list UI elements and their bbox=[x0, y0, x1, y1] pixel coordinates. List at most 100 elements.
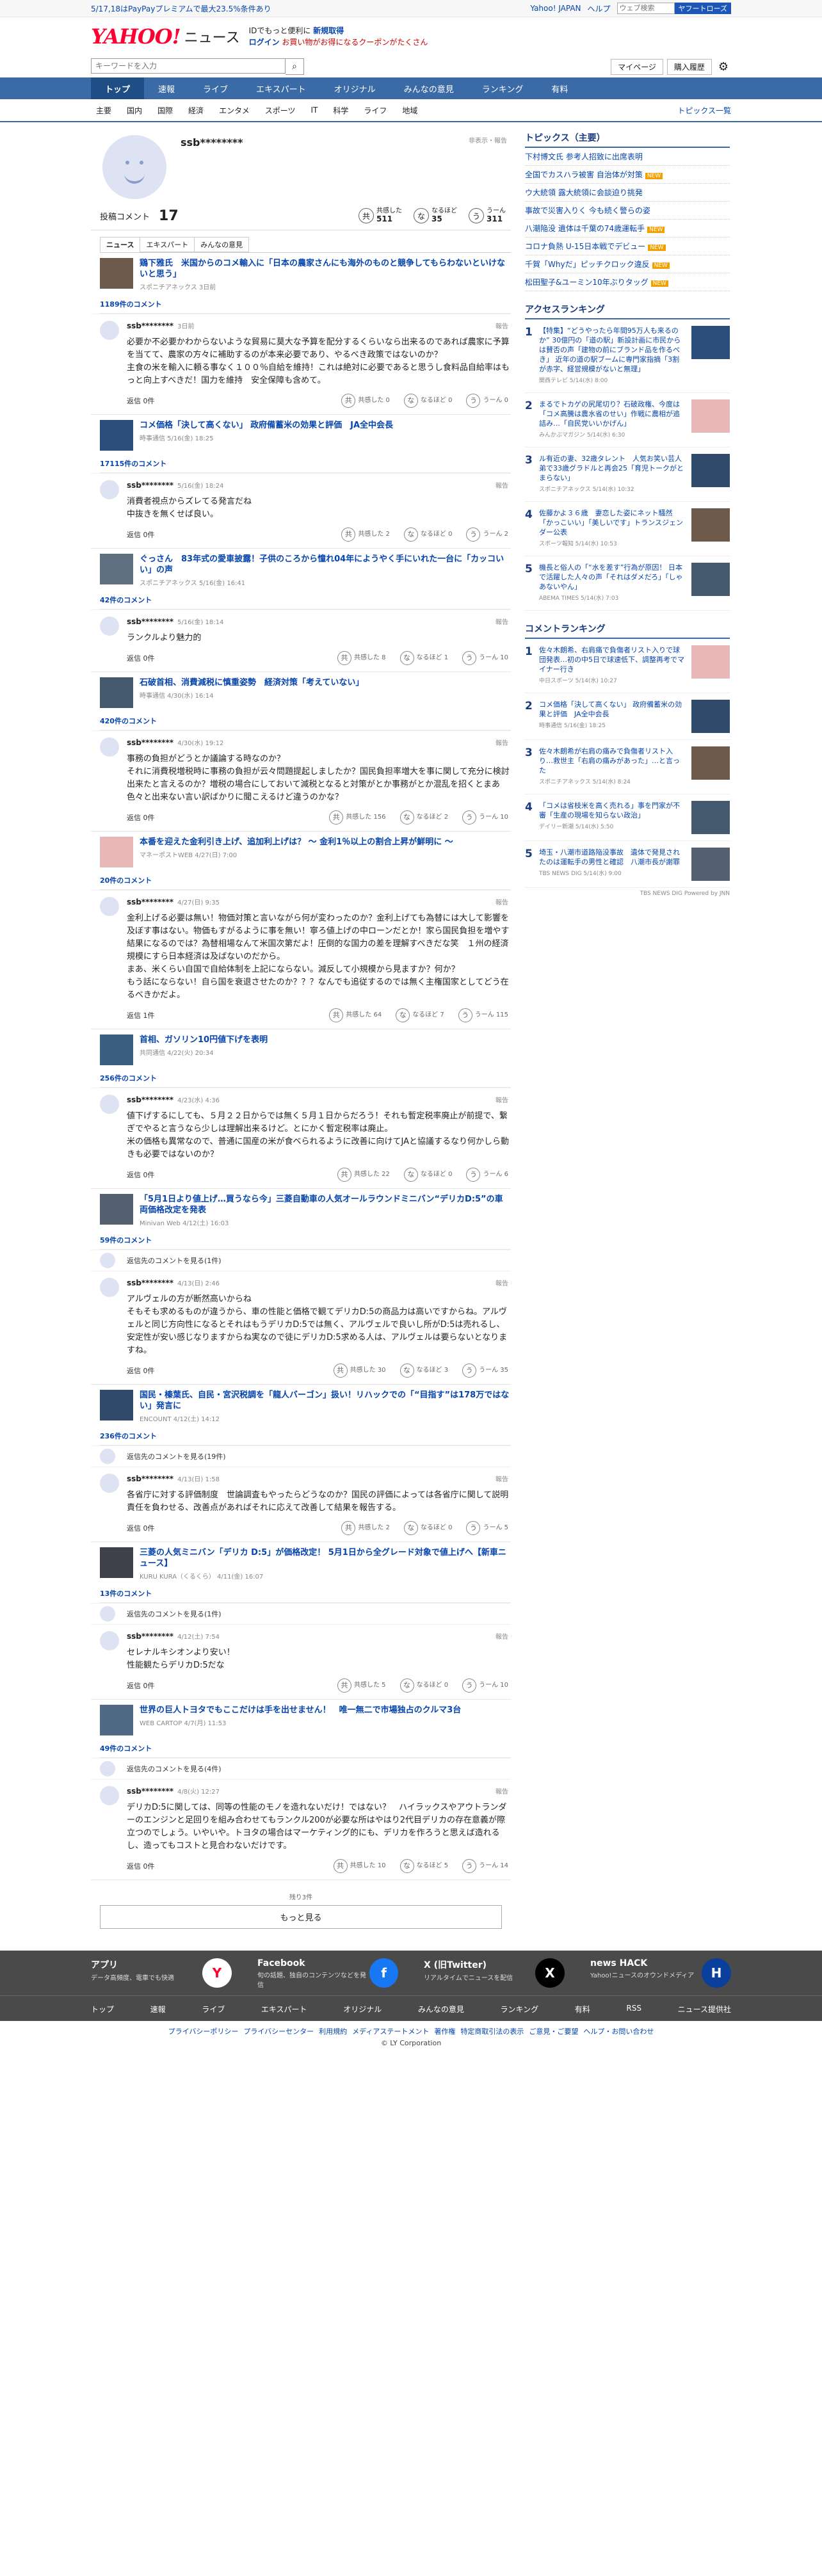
parent-comment-link[interactable]: 返信先のコメントを見る(1件) bbox=[91, 1250, 511, 1271]
tab-news[interactable]: ニュース bbox=[100, 237, 141, 252]
rank-title[interactable]: 佐々木朗希が右肩の痛みで負傷者リスト入り…救世主「右肩の痛みがあった」…と言った bbox=[539, 746, 686, 775]
report-link[interactable]: 報告 bbox=[496, 1474, 508, 1483]
report-link[interactable]: 報告 bbox=[496, 897, 508, 906]
comment-count-link[interactable]: 59件のコメント bbox=[100, 1232, 511, 1250]
parent-comment-link[interactable]: 返信先のコメントを見る(4件) bbox=[91, 1758, 511, 1779]
rank-title[interactable]: コメ価格「決して高くない」 政府備蓄米の効果と評価 JA全中会長 bbox=[539, 700, 686, 719]
rank-title[interactable]: ル有近の妻、32歳タレント 人気お笑い芸人弟で33歳グラドルと再会25「育児トー… bbox=[539, 454, 686, 483]
reply-button[interactable]: 返信 0件 bbox=[127, 812, 155, 823]
nav-original[interactable]: オリジナル bbox=[320, 77, 390, 99]
reply-button[interactable]: 返信 0件 bbox=[127, 1861, 155, 1871]
nav-expert[interactable]: エキスパート bbox=[242, 77, 320, 99]
parent-comment-label[interactable]: 返信先のコメントを見る(19件) bbox=[127, 1453, 226, 1461]
report-link[interactable]: 報告 bbox=[496, 1631, 508, 1641]
topic-item[interactable]: ウ大統領 露大統領に会談迫り挑発 bbox=[525, 184, 730, 202]
hmm-vote-button[interactable]: ううーん 5 bbox=[466, 1521, 508, 1535]
comment-ranking-item[interactable]: 1 佐々木朗希、右肩痛で負傷者リスト入りで球団発表…初の中5日で球速低下、調整再考… bbox=[525, 639, 730, 693]
yahoo-logo[interactable]: YAHOO! bbox=[91, 24, 181, 49]
report-link[interactable]: 報告 bbox=[496, 1278, 508, 1287]
mypage-button[interactable]: マイページ bbox=[611, 58, 663, 75]
article-title[interactable]: コメ価格「決して高くない」 政府備蓄米の効果と評価 JA全中会長 bbox=[140, 420, 393, 431]
topic-text[interactable]: 松田聖子&ユーミン10年ぶりタッグ bbox=[525, 278, 649, 287]
subnav-main[interactable]: 主要 bbox=[91, 105, 119, 116]
footer-link[interactable]: RSS bbox=[626, 2004, 641, 2015]
comment-ranking-item[interactable]: 5 埼玉・八潮市道路陥没事故 遺体で発見されたのは運転手の男性と確認 八潮市長が謝… bbox=[525, 841, 730, 888]
comment-count-link[interactable]: 420件のコメント bbox=[100, 713, 511, 730]
footer-app-link[interactable]: アプリ データ高頻度、電車でも快適 Y bbox=[91, 1958, 232, 1989]
article-title[interactable]: 三菱の人気ミニバン「デリカ D:5」が価格改定！ 5月1日から全グレード対象で値… bbox=[140, 1547, 511, 1569]
insight-vote-button[interactable]: ななるほど 2 bbox=[399, 810, 448, 825]
search-icon[interactable]: ⌕ bbox=[286, 58, 304, 75]
hmm-vote-button[interactable]: ううーん 0 bbox=[466, 394, 508, 408]
topic-item[interactable]: コロナ負熱 U-15日本戦でデビュー NEW bbox=[525, 237, 730, 255]
topic-text[interactable]: 全国でカスハラ被害 自治体が対策 bbox=[525, 170, 643, 179]
footer-link[interactable]: みんなの意見 bbox=[418, 2004, 464, 2015]
comment-count-link[interactable]: 256件のコメント bbox=[100, 1070, 511, 1088]
footer-link[interactable]: エキスパート bbox=[261, 2004, 307, 2015]
footer-facebook-link[interactable]: Facebook 旬の話題、独自のコンテンツなどを発信 f bbox=[257, 1958, 398, 1989]
nav-live[interactable]: ライブ bbox=[189, 77, 242, 99]
reply-button[interactable]: 返信 0件 bbox=[127, 1170, 155, 1180]
comment-count-link[interactable]: 20件のコメント bbox=[100, 873, 511, 890]
login-link[interactable]: ログイン bbox=[249, 38, 280, 47]
comment-count-link[interactable]: 49件のコメント bbox=[100, 1741, 511, 1758]
empathy-vote-button[interactable]: 共共感した 22 bbox=[337, 1168, 390, 1182]
topic-item[interactable]: 全国でカスハラ被害 自治体が対策 NEW bbox=[525, 166, 730, 184]
subnav-entertainment[interactable]: エンタメ bbox=[211, 105, 257, 116]
access-ranking-item[interactable]: 3 ル有近の妻、32歳タレント 人気お笑い芸人弟で33歳グラドルと再会25「育児ト… bbox=[525, 447, 730, 502]
more-button[interactable]: もっと見る bbox=[100, 1905, 502, 1929]
footer-link[interactable]: オリジナル bbox=[343, 2004, 382, 2015]
article-title[interactable]: 首相、ガソリン10円値下げを表明 bbox=[140, 1034, 268, 1045]
topic-text[interactable]: 千賀「Whyだ」ピッチクロック違反 bbox=[525, 260, 650, 269]
topic-item[interactable]: 松田聖子&ユーミン10年ぶりタッグ NEW bbox=[525, 273, 730, 291]
insight-vote-button[interactable]: ななるほど 1 bbox=[399, 651, 448, 665]
hmm-vote-button[interactable]: ううーん 6 bbox=[466, 1168, 508, 1182]
comment-ranking-item[interactable]: 2 コメ価格「決して高くない」 政府備蓄米の効果と評価 JA全中会長 時事通信 5/… bbox=[525, 693, 730, 740]
footer-link[interactable]: 速報 bbox=[150, 2004, 166, 2015]
reply-button[interactable]: 返信 0件 bbox=[127, 1523, 155, 1533]
nav-opinion[interactable]: みんなの意見 bbox=[390, 77, 468, 99]
insight-vote-button[interactable]: ななるほど 0 bbox=[399, 1678, 448, 1693]
footer-x-link[interactable]: X (旧Twitter) リアルタイムでニュースを配信 X bbox=[424, 1958, 565, 1989]
empathy-vote-button[interactable]: 共共感した 0 bbox=[341, 394, 390, 408]
comment-count-link[interactable]: 1189件のコメント bbox=[100, 296, 511, 314]
topic-text[interactable]: コロナ負熱 U-15日本戦でデビュー bbox=[525, 242, 645, 251]
rank-title[interactable]: まるでトカゲの尻尾切り？石破政権、今度は「コメ高騰は農水省のせい」作戦に農相が追… bbox=[539, 399, 686, 428]
tab-opinion[interactable]: みんなの意見 bbox=[194, 237, 250, 252]
empathy-vote-button[interactable]: 共共感した 30 bbox=[333, 1364, 386, 1378]
hmm-vote-button[interactable]: ううーん 10 bbox=[462, 810, 508, 825]
comment-count-link[interactable]: 13件のコメント bbox=[100, 1586, 511, 1603]
topics-list-link[interactable]: トピックス一覧 bbox=[677, 105, 731, 116]
footer-link[interactable]: 有料 bbox=[575, 2004, 590, 2015]
article-title[interactable]: 本番を迎えた金利引き上げ、追加利上げは？ ～ 金利1％以上の割合上昇が鮮明に ～ bbox=[140, 837, 453, 848]
coupon-text[interactable]: お買い物がお得になるクーポンがたくさん bbox=[282, 38, 428, 47]
legal-link[interactable]: メディアステートメント bbox=[352, 2027, 429, 2036]
gear-icon[interactable]: ⚙ bbox=[716, 60, 731, 74]
hmm-vote-button[interactable]: ううーん 10 bbox=[462, 651, 508, 665]
empathy-vote-button[interactable]: 共共感した 2 bbox=[341, 1521, 390, 1535]
subnav-economy[interactable]: 経済 bbox=[181, 105, 211, 116]
article-title[interactable]: 鶏下雅氏 米国からのコメ輸入に「日本の農家さんにも海外のものと競争してもらわない… bbox=[140, 258, 511, 280]
empathy-vote-button[interactable]: 共共感した 8 bbox=[337, 651, 386, 665]
access-ranking-item[interactable]: 1 【特集】“どうやったら年間95万人も来るのか” 30億円の「道の駅」新設計画に… bbox=[525, 319, 730, 393]
subnav-sports[interactable]: スポーツ bbox=[257, 105, 303, 116]
report-link[interactable]: 報告 bbox=[496, 1786, 508, 1796]
legal-link[interactable]: ご意見・ご要望 bbox=[529, 2027, 578, 2036]
subnav-it[interactable]: IT bbox=[303, 106, 325, 115]
article-title[interactable]: ぐっさん 83年式の愛車披露！子供のころから憧れ04年にようやく手にいれた一台に… bbox=[140, 554, 511, 576]
hmm-vote-button[interactable]: ううーん 2 bbox=[466, 527, 508, 542]
insight-vote-button[interactable]: ななるほど 5 bbox=[399, 1859, 448, 1873]
web-search-input[interactable] bbox=[616, 3, 675, 14]
hmm-vote-button[interactable]: ううーん 10 bbox=[462, 1678, 508, 1693]
rank-title[interactable]: 佐藤かよ３６歳 妻恋した姿にネット騒然「かっこいい」「美しいです」トランスジェン… bbox=[539, 508, 686, 537]
service-name[interactable]: ニュース bbox=[184, 26, 240, 47]
topic-item[interactable]: 事故で災害入りく 今も続く警らの姿 bbox=[525, 202, 730, 220]
hmm-vote-button[interactable]: ううーん 35 bbox=[462, 1364, 508, 1378]
footer-link[interactable]: トップ bbox=[91, 2004, 114, 2015]
legal-link[interactable]: ヘルプ・お問い合わせ bbox=[583, 2027, 654, 2036]
insight-vote-button[interactable]: ななるほど 3 bbox=[399, 1364, 448, 1378]
subnav-life[interactable]: ライフ bbox=[356, 105, 394, 116]
rank-title[interactable]: 【特集】“どうやったら年間95万人も来るのか” 30億円の「道の駅」新設計画に市… bbox=[539, 326, 686, 374]
legal-link[interactable]: プライバシーセンター bbox=[243, 2027, 314, 2036]
insight-vote-button[interactable]: ななるほど 0 bbox=[403, 527, 452, 542]
